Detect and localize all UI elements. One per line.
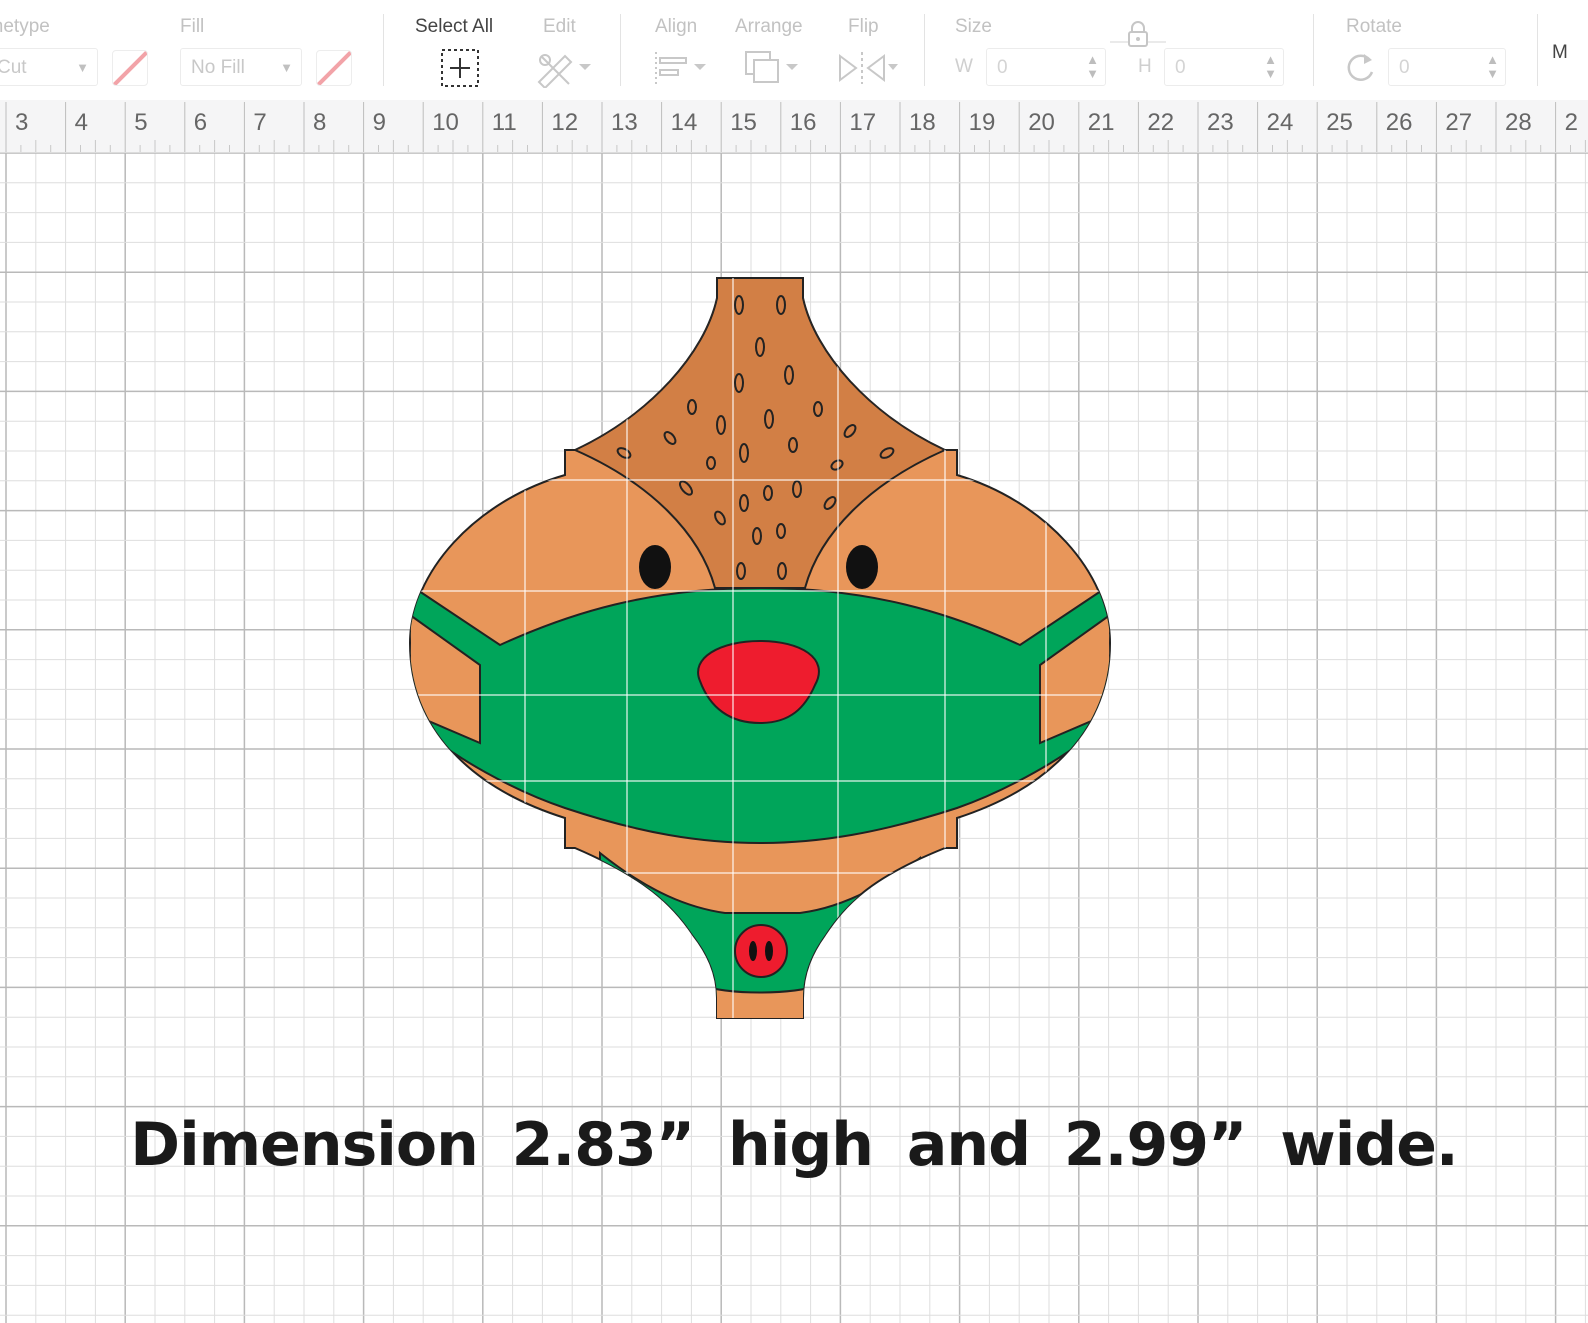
ruler-number: 6 [194, 109, 207, 136]
size-group: Size W 0 ▲ ▼ H 0 ▲ ▼ [940, 0, 1300, 100]
select-all-group[interactable]: Select All [400, 0, 520, 100]
ruler-number: 22 [1147, 109, 1174, 136]
select-all-label: Select All [415, 16, 494, 37]
linetype-color-swatch[interactable] [112, 50, 148, 86]
width-value: 0 [997, 57, 1008, 78]
ruler-number: 16 [790, 109, 817, 136]
toolbar-divider [924, 14, 925, 86]
button-hole [765, 941, 773, 961]
arrange-group[interactable]: Arrange [730, 0, 820, 100]
chevron-down-icon: ▼ [76, 60, 89, 75]
right-eye [846, 545, 878, 589]
ruler-number: 12 [551, 109, 578, 136]
align-label: Align [655, 16, 698, 37]
rotate-value: 0 [1399, 57, 1410, 78]
edit-label: Edit [543, 16, 576, 37]
ruler-number: 21 [1088, 109, 1115, 136]
ruler-number: 10 [432, 109, 459, 136]
ruler-number: 8 [313, 109, 326, 136]
height-input[interactable]: 0 ▲ ▼ [1164, 48, 1284, 86]
linetype-select[interactable]: Cut ▼ [0, 48, 98, 86]
ruler-number: 20 [1028, 109, 1055, 136]
collar-button [734, 924, 788, 978]
ruler-number: 26 [1386, 109, 1413, 136]
linetype-value: Cut [0, 57, 27, 78]
rotate-label: Rotate [1346, 16, 1402, 37]
height-value: 0 [1175, 57, 1186, 78]
ruler-number: 17 [849, 109, 876, 136]
ruler-number: 7 [253, 109, 266, 136]
align-left-icon[interactable] [652, 48, 708, 88]
spinner-arrows-icon[interactable]: ▲ ▼ [1264, 53, 1277, 81]
ruler-number: 18 [909, 109, 936, 136]
arrange-layers-icon[interactable] [744, 48, 800, 88]
ruler-number: 15 [730, 109, 757, 136]
lock-icon[interactable] [1110, 20, 1166, 48]
linetype-label: Linetype [0, 16, 50, 37]
width-letter: W [955, 56, 973, 77]
ruler-number: 9 [373, 109, 386, 136]
toolbar-divider [1313, 14, 1314, 86]
ruler-number: 24 [1267, 109, 1294, 136]
dimension-caption: Dimension 2.83” high and 2.99” wide. [130, 1110, 1458, 1180]
ruler-number: 2 [1565, 109, 1578, 136]
toolbar: Linetype Cut ▼ Fill No Fill ▼ Select All… [0, 0, 1588, 100]
ruler-number: 28 [1505, 109, 1532, 136]
spinner-arrows-icon[interactable]: ▲ ▼ [1486, 53, 1499, 81]
arrange-label: Arrange [735, 16, 803, 37]
align-group[interactable]: Align [640, 0, 720, 100]
toolbar-divider [383, 14, 384, 86]
linetype-group: Linetype Cut ▼ [0, 0, 160, 100]
ruler-number: 19 [969, 109, 996, 136]
flip-group[interactable]: Flip [830, 0, 910, 100]
fill-value: No Fill [191, 57, 245, 78]
chevron-down-icon: ▼ [280, 60, 293, 75]
width-input[interactable]: 0 ▲ ▼ [986, 48, 1106, 86]
flip-horizontal-icon[interactable] [838, 48, 898, 88]
ruler-number: 13 [611, 109, 638, 136]
select-all-icon[interactable] [440, 48, 480, 88]
ruler-number: 4 [75, 109, 88, 136]
ruler-number: 25 [1326, 109, 1353, 136]
rotate-input[interactable]: 0 ▲ ▼ [1388, 48, 1506, 86]
ruler-ticks: 3 4 5 6 7 8 9 10 11 12 13 14 15 16 17 18 19 20 21 22 23 24 25 2… [5, 102, 1586, 152]
fill-select[interactable]: No Fill ▼ [180, 48, 302, 86]
ruler-number: 5 [134, 109, 147, 136]
ruler-number: 11 [492, 109, 517, 136]
height-letter: H [1138, 56, 1152, 77]
edit-tools-icon[interactable] [535, 48, 591, 88]
more-label: M [1552, 42, 1568, 63]
rotate-group: Rotate 0 ▲ ▼ [1330, 0, 1520, 100]
rotate-icon[interactable] [1342, 50, 1378, 84]
button-hole [749, 941, 757, 961]
spinner-arrows-icon[interactable]: ▲ ▼ [1086, 53, 1099, 81]
edit-group[interactable]: Edit [530, 0, 610, 100]
fill-label: Fill [180, 16, 205, 37]
size-label: Size [955, 16, 992, 37]
ruler-number: 14 [671, 109, 698, 136]
left-eye [639, 545, 671, 589]
fill-group: Fill No Fill ▼ [170, 0, 370, 100]
ruler-number: 3 [15, 109, 28, 136]
fill-color-swatch[interactable] [316, 50, 352, 86]
toolbar-divider [620, 14, 621, 86]
toolbar-divider [1537, 14, 1538, 86]
ruler-number: 27 [1445, 109, 1472, 136]
horizontal-ruler: 3 4 5 6 7 8 9 10 11 12 13 14 15 16 17 18 19 20 21 22 23 24 25 2… [0, 100, 1588, 153]
flip-label: Flip [848, 16, 879, 37]
ruler-number: 23 [1207, 109, 1234, 136]
